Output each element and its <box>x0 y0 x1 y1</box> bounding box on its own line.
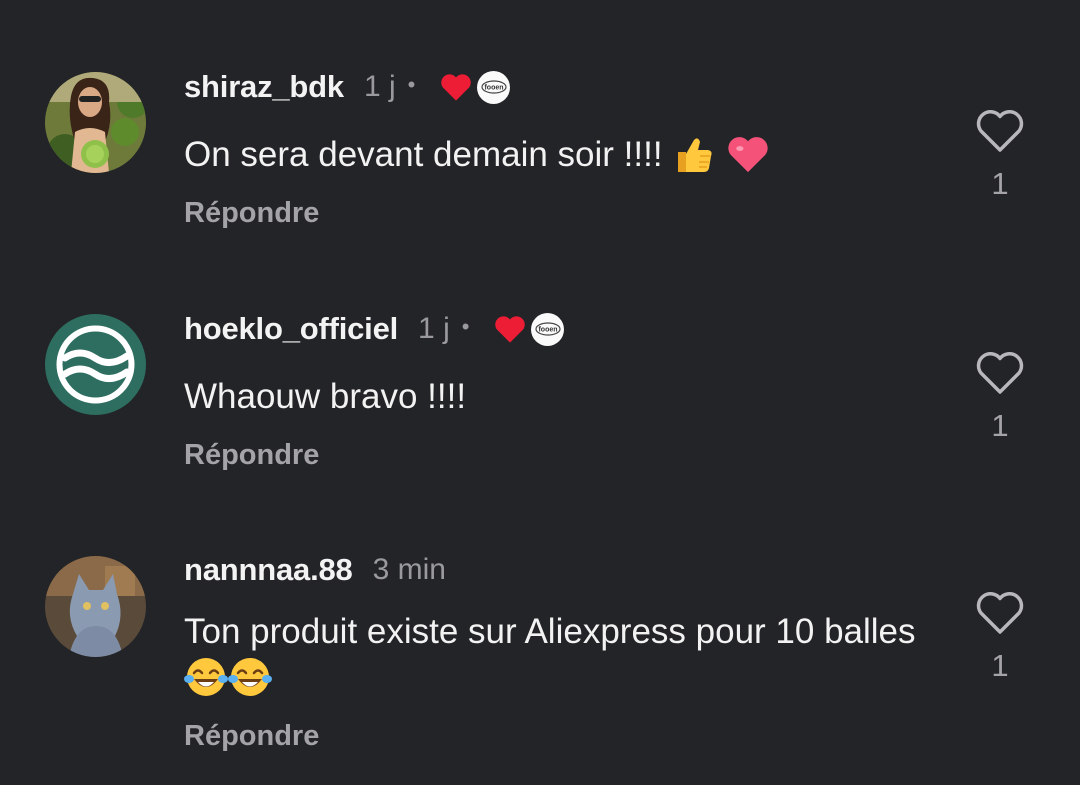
avatar[interactable] <box>45 72 146 173</box>
cat-photo-icon <box>45 556 146 657</box>
avatar-photo-icon <box>45 72 146 173</box>
comment-body: Ton produit existe sur Aliexpress pour 1… <box>184 612 916 651</box>
reply-button[interactable]: Répondre <box>184 197 319 230</box>
separator-dot: • <box>461 314 470 339</box>
username[interactable]: hoeklo_officiel <box>184 311 398 347</box>
separator-dot: • <box>407 72 416 97</box>
comment-header: hoeklo_officiel 1 j • fooen <box>184 309 565 349</box>
creator-logo-icon: fooen <box>481 80 507 94</box>
creator-heart-icon <box>495 316 526 343</box>
like-count: 1 <box>991 648 1009 683</box>
comment-header: shiraz_bdk 1 j • fooen <box>184 67 511 107</box>
comment-body: Whaouw bravo !!!! <box>184 377 467 416</box>
like-heart-icon[interactable] <box>975 352 1025 396</box>
like-count: 1 <box>991 408 1009 443</box>
avatar[interactable] <box>45 314 146 415</box>
thumbs-up-emoji-icon <box>678 138 712 172</box>
like-area: 1 <box>972 110 1028 202</box>
comment-body: On sera devant demain soir !!!! <box>184 135 663 174</box>
username[interactable]: shiraz_bdk <box>184 69 344 105</box>
creator-heart-icon <box>441 74 472 101</box>
reply-button[interactable]: Répondre <box>184 439 319 472</box>
creator-avatar-badge: fooen <box>477 70 511 104</box>
comment-text: Ton produit existe sur Aliexpress pour 1… <box>184 609 924 702</box>
comment-text: On sera devant demain soir !!!! <box>184 132 924 179</box>
username[interactable]: nannnaa.88 <box>184 552 353 588</box>
tears-of-joy-emoji-icon <box>228 657 272 696</box>
pink-heart-emoji-icon <box>728 136 768 172</box>
reply-button[interactable]: Répondre <box>184 720 319 753</box>
like-heart-icon[interactable] <box>975 592 1025 636</box>
svg-text:fooen: fooen <box>484 85 503 92</box>
timestamp: 1 j <box>363 70 396 103</box>
timestamp: 1 j <box>418 312 450 345</box>
like-count: 1 <box>991 166 1009 201</box>
avatar[interactable] <box>45 556 146 657</box>
creator-avatar-badge: fooen <box>531 312 565 346</box>
tears-of-joy-emoji-icon <box>184 657 228 696</box>
comments-list: shiraz_bdk 1 j • fooen On sera devant de… <box>0 0 1080 785</box>
like-area: 1 <box>972 352 1028 444</box>
comment-text: Whaouw bravo !!!! <box>184 374 924 420</box>
like-area: 1 <box>972 592 1028 684</box>
timestamp: 3 min <box>372 553 446 586</box>
creator-logo-icon: fooen <box>535 322 561 336</box>
comment-header: nannnaa.88 3 min <box>184 550 446 590</box>
wave-logo-icon <box>45 314 146 415</box>
like-heart-icon[interactable] <box>975 110 1025 154</box>
svg-text:fooen: fooen <box>538 327 557 334</box>
